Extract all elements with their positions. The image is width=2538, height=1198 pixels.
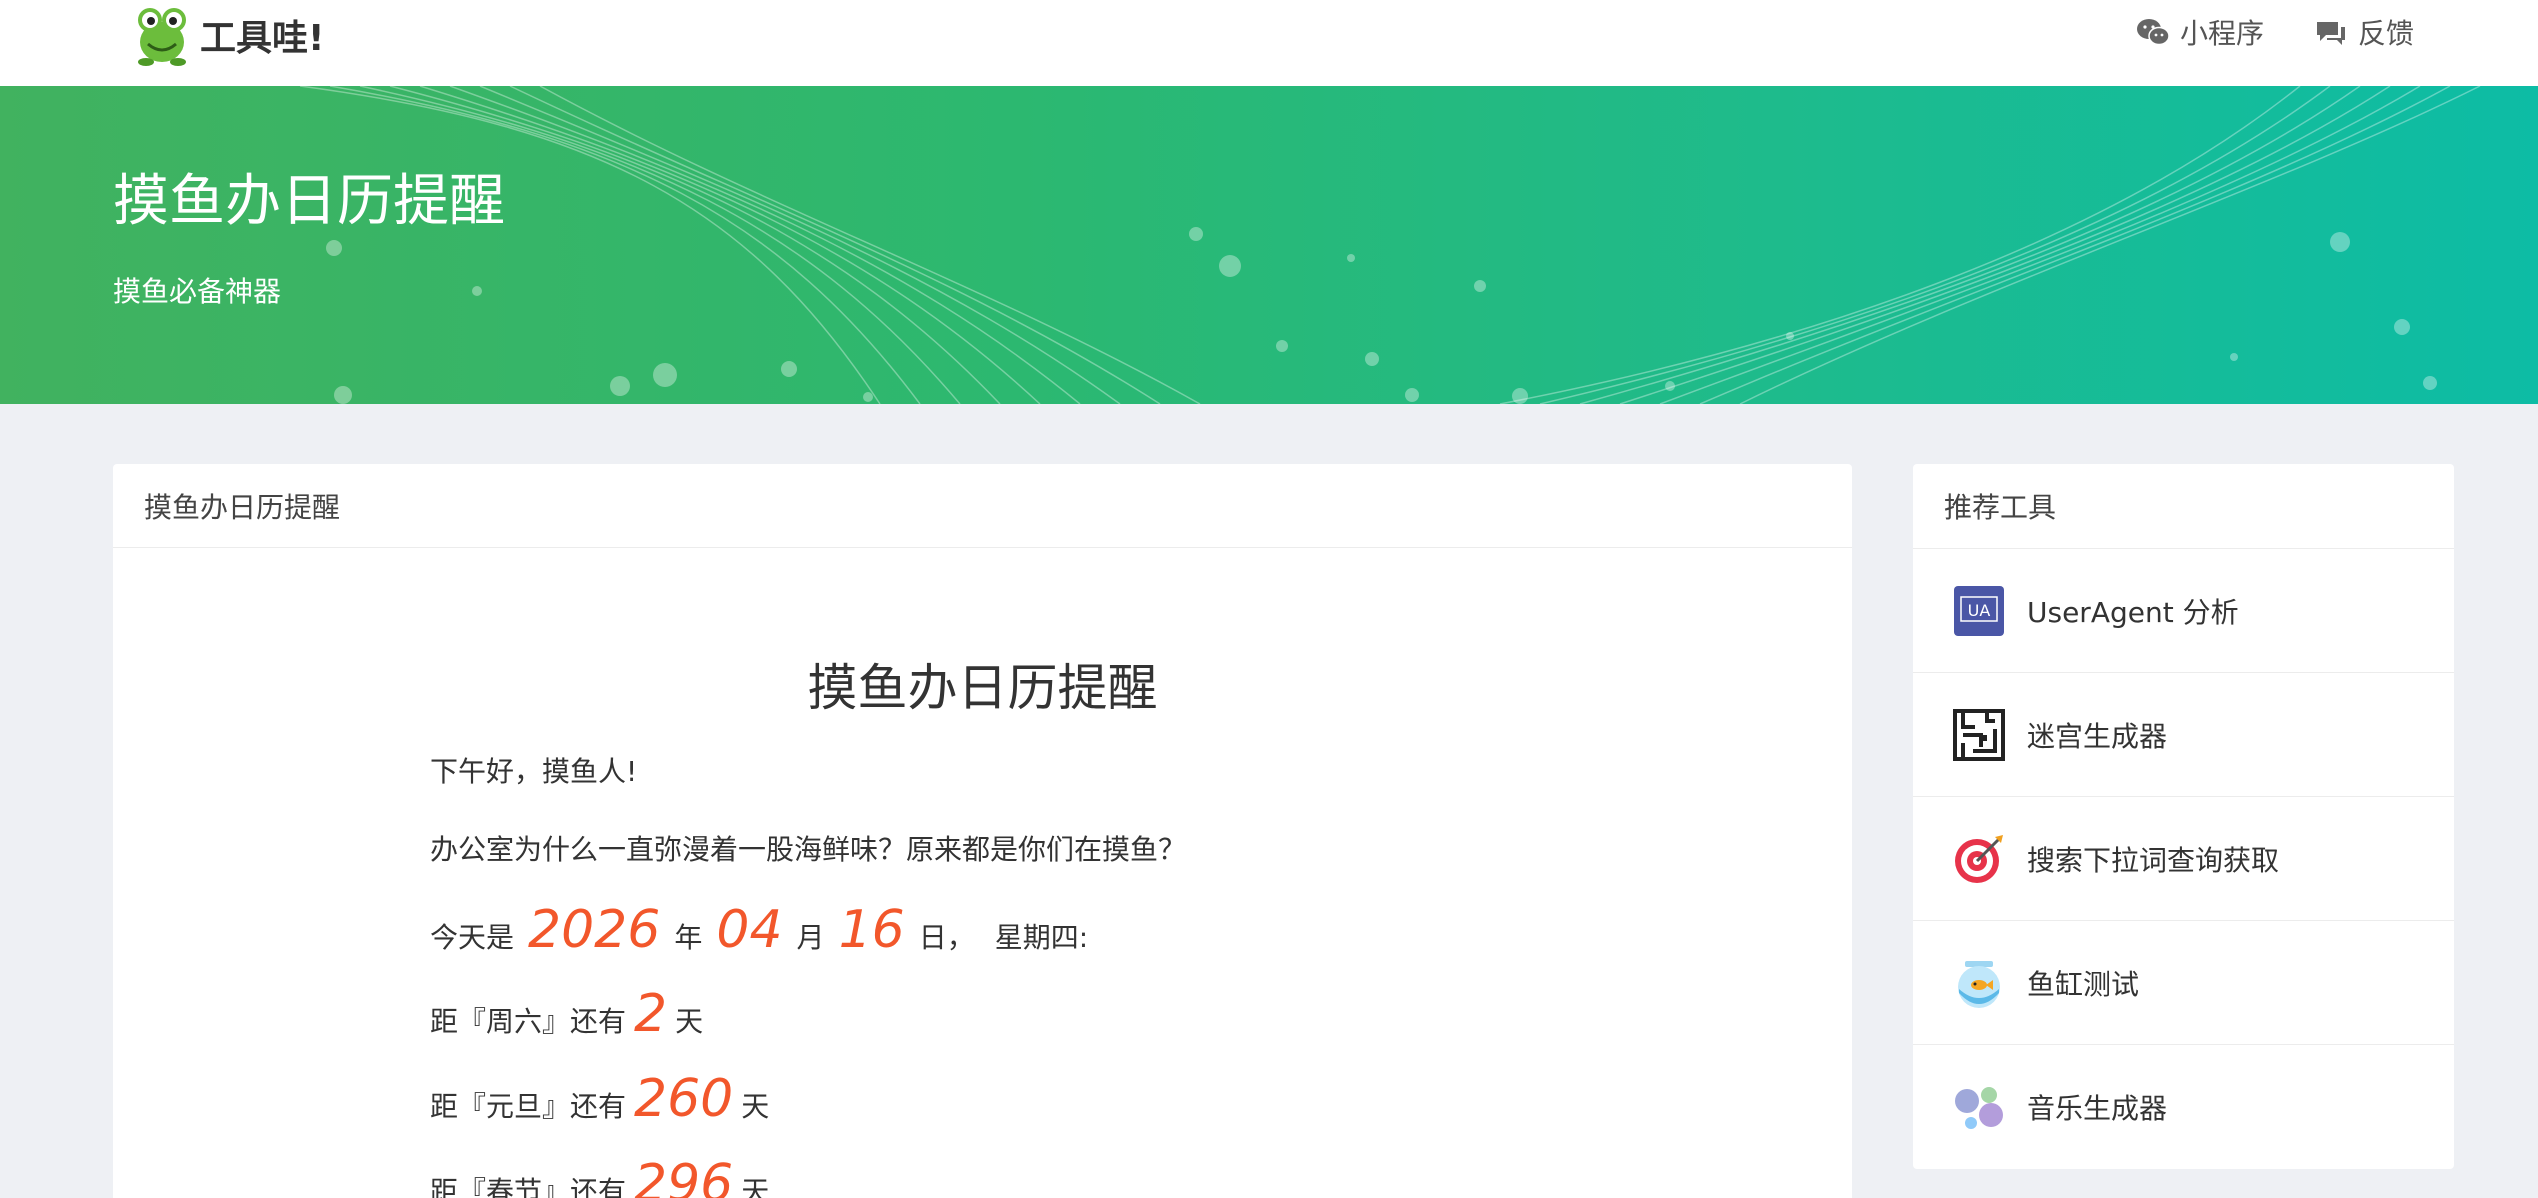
countdown-label: 距『周六』还有 <box>430 1005 627 1038</box>
nav-feedback-label: 反馈 <box>2357 17 2414 50</box>
nav-links: 小程序 反馈 <box>2136 12 2414 52</box>
hero-wave-decoration <box>299 86 2481 404</box>
today-year-unit: 年 <box>674 921 703 954</box>
today-prefix: 今天是 <box>430 921 515 954</box>
tool-item-maze[interactable]: 迷宫生成器 <box>1913 672 2454 796</box>
wechat-icon <box>2136 19 2170 46</box>
today-year: 2026 <box>528 900 661 960</box>
today-date-line: 今天是 2026 年 04 月 16 日， 星期四: <box>430 900 1088 960</box>
tool-name: 搜索下拉词查询获取 <box>2027 843 2280 877</box>
countdown-label: 距『春节』还有 <box>430 1175 627 1198</box>
tool-name: UserAgent 分析 <box>2027 595 2239 629</box>
svg-text:UA: UA <box>1968 601 1991 620</box>
comments-icon <box>2316 22 2345 45</box>
countdown-unit: 天 <box>741 1090 770 1123</box>
tool-name: 迷宫生成器 <box>2027 719 2168 753</box>
maze-icon <box>1953 708 2005 761</box>
calendar-title: 摸鱼办日历提醒 <box>807 659 1158 717</box>
hero-banner: 摸鱼办日历提醒 摸鱼必备神器 <box>0 86 2538 404</box>
today-day-unit: 日， <box>918 921 975 954</box>
today-month: 04 <box>716 900 783 960</box>
countdown-value: 296 <box>634 1154 734 1198</box>
countdown-value: 2 <box>634 984 668 1044</box>
nav-mini-program-link[interactable]: 小程序 <box>2136 12 2264 52</box>
calendar-card: 摸鱼办日历提醒 摸鱼办日历提醒 下午好，摸鱼人! 办公室为什么一直弥漫着一股海鲜… <box>113 464 1852 1198</box>
countdown-row: 距『周六』还有 2 天 <box>430 984 703 1044</box>
tool-name: 音乐生成器 <box>2027 1091 2168 1125</box>
tool-item-music[interactable]: 音乐生成器 <box>1913 1044 2454 1168</box>
countdown-value: 260 <box>634 1069 734 1129</box>
brand-name: 工具哇! <box>200 18 325 59</box>
countdown-unit: 天 <box>675 1005 704 1038</box>
today-day: 16 <box>838 900 905 960</box>
tool-item-fishbowl[interactable]: 鱼缸测试 <box>1913 920 2454 1044</box>
music-bubbles-icon <box>1955 1086 2003 1129</box>
countdown-row: 距『春节』还有 296 天 <box>430 1154 769 1198</box>
today-weekday: 星期四: <box>994 921 1089 954</box>
countdown-unit: 天 <box>741 1175 770 1198</box>
top-navbar: 工具哇! 小程序 反馈 <box>0 0 2538 86</box>
nav-mini-program-label: 小程序 <box>2179 17 2264 50</box>
countdown-label: 距『元旦』还有 <box>430 1090 627 1123</box>
nav-feedback-link[interactable]: 反馈 <box>2314 12 2414 52</box>
recommended-tools-header: 推荐工具 <box>1944 491 2057 524</box>
calendar-card-header: 摸鱼办日历提醒 <box>113 464 1852 548</box>
tool-name: 鱼缸测试 <box>2027 967 2140 1001</box>
frog-logo-icon <box>138 8 186 66</box>
tool-item-search-suggest[interactable]: 搜索下拉词查询获取 <box>1913 796 2454 920</box>
tagline-text: 办公室为什么一直弥漫着一股海鲜味？原来都是你们在摸鱼？ <box>430 833 1187 866</box>
greeting-text: 下午好，摸鱼人! <box>430 755 638 788</box>
target-icon <box>1955 834 2003 883</box>
tool-item-useragent[interactable]: UA UserAgent 分析 <box>1913 548 2454 672</box>
fishbowl-icon <box>1958 960 2000 1008</box>
hero-title: 摸鱼办日历提醒 <box>113 169 505 234</box>
brand-logo-link[interactable]: 工具哇! <box>134 2 324 68</box>
countdown-row: 距『元旦』还有 260 天 <box>430 1069 769 1129</box>
hero-subtitle: 摸鱼必备神器 <box>113 275 282 308</box>
recommended-tools-card: 推荐工具 UA UserAgent 分析 迷宫生成器 搜索下拉词查询获取 鱼缸测… <box>1913 464 2454 1169</box>
ua-icon: UA <box>1954 585 2004 636</box>
today-month-unit: 月 <box>796 921 825 954</box>
